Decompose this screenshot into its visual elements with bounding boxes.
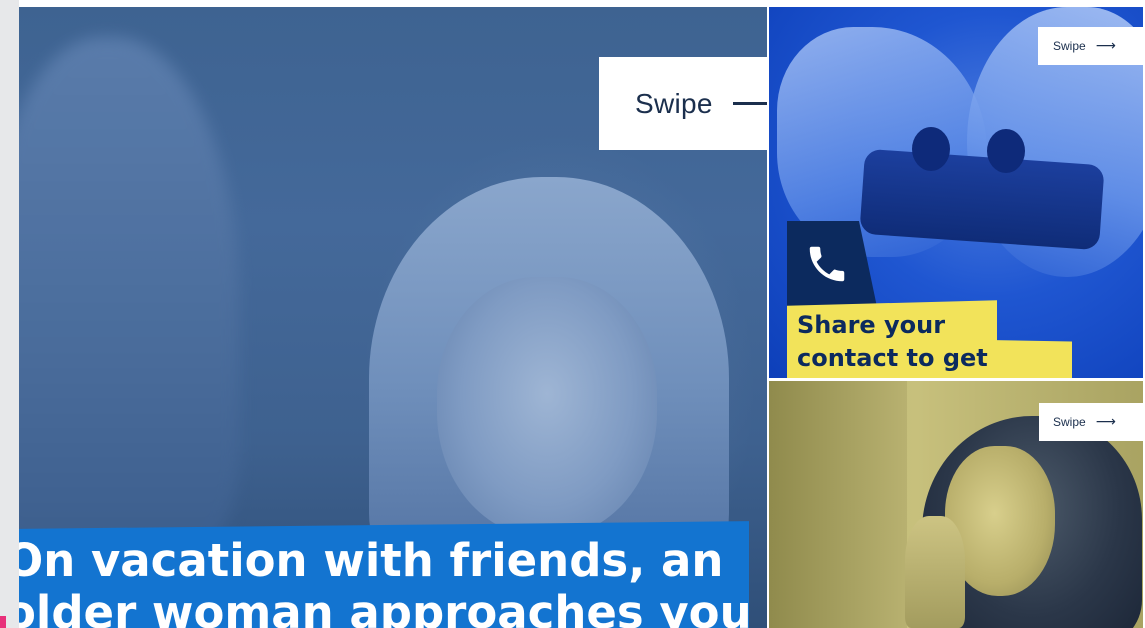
swipe-badge: Swipe ⟶ <box>1038 27 1143 65</box>
swipe-badge: Swipe <box>599 57 767 150</box>
tile-divider <box>767 7 769 628</box>
post-image-main[interactable]: Swipe On vacation with friends, an older … <box>19 7 767 628</box>
left-panel-strip <box>0 0 19 628</box>
background-wall <box>767 381 907 628</box>
arrow-right-icon: ⟶ <box>1095 38 1116 54</box>
fingernail <box>912 127 950 171</box>
arrow-right-icon: ⟶ <box>1095 414 1116 430</box>
highlight-line-2: contact to get <box>797 344 988 372</box>
smartphone <box>859 148 1105 251</box>
highlight-line-1: Share your <box>797 311 946 339</box>
swipe-badge: Swipe ⟶ <box>1039 403 1143 441</box>
post-image-girl[interactable]: Swipe ⟶ <box>767 381 1143 628</box>
tile-divider <box>767 378 1145 381</box>
fingernail <box>987 129 1025 173</box>
arrow-right-icon <box>732 102 767 105</box>
accent-marker <box>0 616 6 628</box>
post-caption: On vacation with friends, an older woman … <box>19 534 752 628</box>
girl-hand <box>905 516 965 628</box>
woman-face <box>437 277 657 537</box>
swipe-label: Swipe <box>1053 39 1086 53</box>
post-image-phone[interactable]: Swipe ⟶ Share your contact to get <box>767 7 1143 378</box>
swipe-label: Swipe <box>635 87 713 119</box>
highlight-text: Share your contact to get <box>797 309 988 375</box>
swipe-label: Swipe <box>1053 415 1086 429</box>
